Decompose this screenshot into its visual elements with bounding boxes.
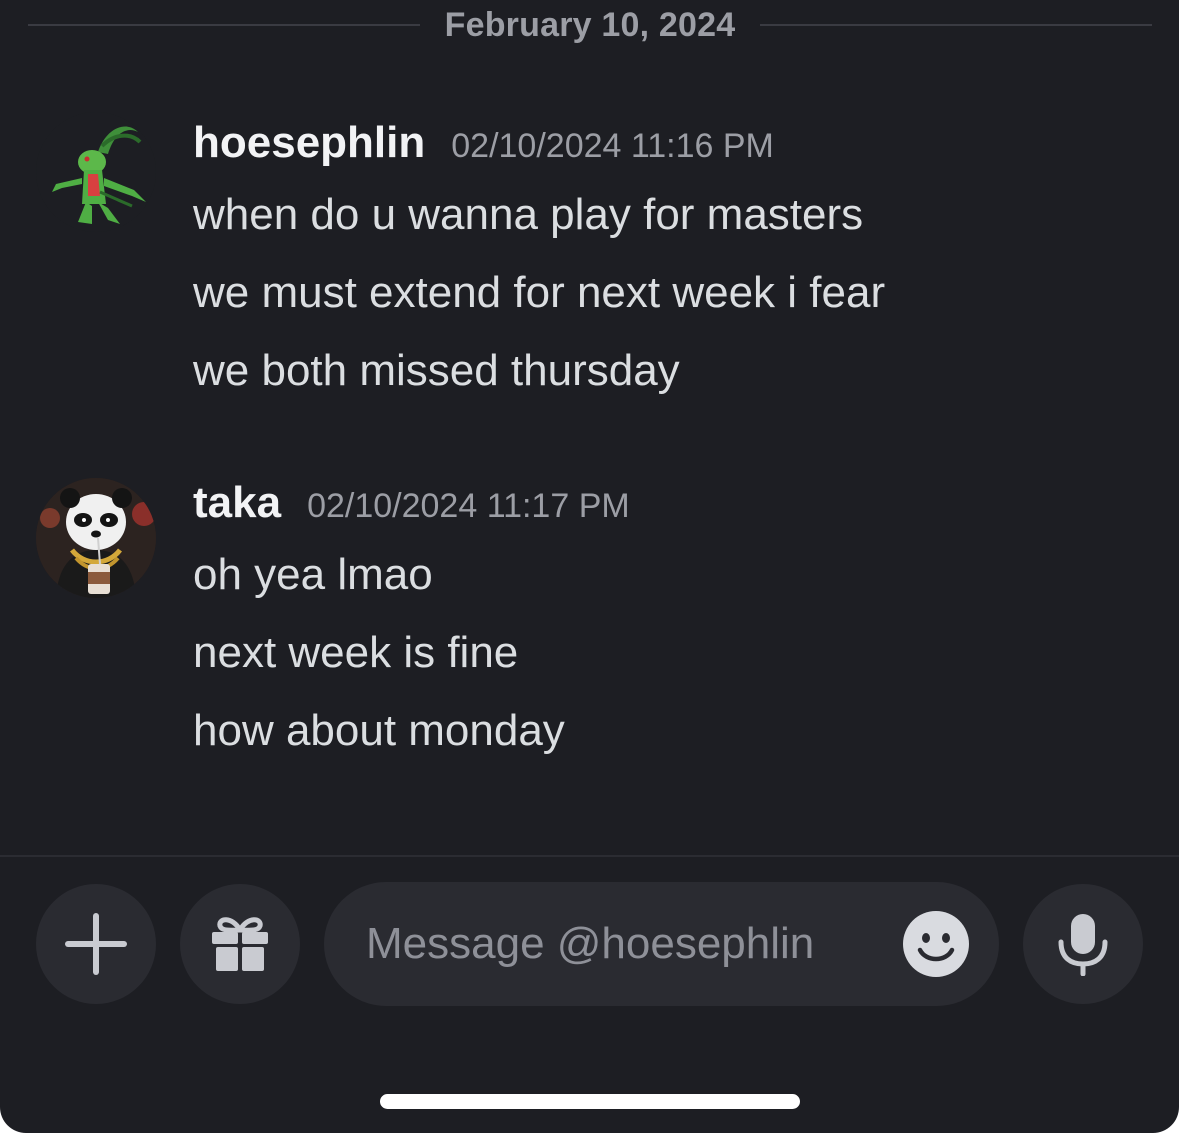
gift-icon	[212, 917, 268, 971]
author-name[interactable]: taka	[193, 478, 281, 528]
message-text[interactable]: we must extend for next week i fear	[193, 268, 885, 318]
avatar[interactable]	[36, 478, 156, 598]
message-text[interactable]: next week is fine	[193, 628, 518, 678]
date-divider: February 10, 2024	[28, 0, 1152, 52]
message-header: hoesephlin 02/10/2024 11:16 PM	[193, 118, 774, 168]
home-indicator[interactable]	[380, 1094, 800, 1109]
message-timestamp: 02/10/2024 11:17 PM	[307, 487, 630, 525]
composer-divider	[0, 855, 1179, 857]
divider-line-right	[760, 24, 1152, 26]
avatar[interactable]	[36, 112, 156, 232]
voice-message-button[interactable]	[1023, 884, 1143, 1004]
message-text[interactable]: we both missed thursday	[193, 346, 680, 396]
smile-icon	[903, 911, 969, 977]
lizard-avatar-icon	[52, 126, 146, 224]
message-text[interactable]: how about monday	[193, 706, 565, 756]
chat-screen: February 10, 2024 hoesephlin 02/10/2024 …	[0, 0, 1179, 1133]
message-timestamp: 02/10/2024 11:16 PM	[451, 127, 774, 165]
message-composer[interactable]	[324, 882, 999, 1006]
gift-button[interactable]	[180, 884, 300, 1004]
message-text[interactable]: when do u wanna play for masters	[193, 190, 863, 240]
author-name[interactable]: hoesephlin	[193, 118, 425, 168]
message-input[interactable]	[366, 912, 876, 976]
panda-avatar-icon	[36, 478, 156, 598]
add-attachment-button[interactable]	[36, 884, 156, 1004]
plus-icon	[65, 913, 127, 975]
message-header: taka 02/10/2024 11:17 PM	[193, 478, 630, 528]
message-text[interactable]: oh yea lmao	[193, 550, 433, 600]
microphone-icon	[1058, 914, 1108, 976]
emoji-button[interactable]	[902, 910, 970, 978]
